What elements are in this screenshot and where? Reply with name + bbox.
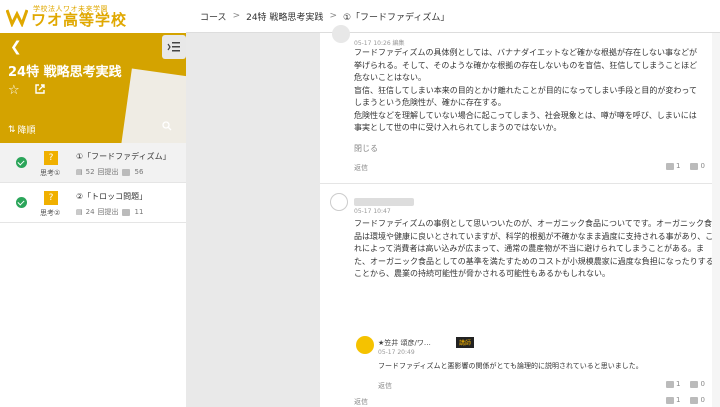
completed-check-icon — [16, 157, 27, 168]
course-title: 24特 戦略思考実践 — [8, 65, 122, 80]
like-count: 11 — [134, 208, 144, 216]
lesson-category: 思考① — [40, 169, 61, 177]
sort-toggle[interactable]: ⇅ 降順 — [8, 123, 36, 137]
submitted-label: 回提出 — [97, 168, 119, 176]
dislike-count: 0 — [700, 162, 705, 170]
reply-meta: 05-17 20:49 — [378, 349, 415, 356]
breadcrumb-course[interactable]: コース — [200, 10, 227, 23]
breadcrumb-lesson[interactable]: 24特 戦略思考実践 — [246, 10, 323, 23]
reply-author-name: ★笠井 頌彦/ワ… — [378, 339, 431, 347]
like-count: 56 — [134, 168, 144, 176]
breadcrumb-topic: ①「フードファディズム」 — [342, 12, 450, 23]
comment-meta: 05-17 10:47 — [354, 208, 391, 215]
avatar — [332, 25, 350, 43]
wao-logo-icon — [5, 7, 29, 28]
comment-meta: 05-17 10:26 編集 — [354, 40, 405, 47]
question-icon: ? — [44, 151, 58, 165]
list-menu-icon — [167, 42, 180, 52]
menu-toggle-button[interactable] — [162, 35, 186, 59]
completed-check-icon — [16, 197, 27, 208]
chevron-right-icon: > — [329, 11, 337, 21]
submitted-label: 回提出 — [97, 208, 119, 216]
question-icon: ? — [44, 191, 58, 205]
dislike-button[interactable]: 0 — [690, 380, 705, 388]
like-button[interactable]: 1 — [666, 162, 680, 170]
reply-text: フードファディズムと悪影響の関係がとても論理的に説明されていると思いました。 — [378, 362, 643, 370]
comment-icon: ▤ — [76, 168, 83, 176]
comment-count: 52 — [85, 168, 95, 176]
external-link-icon[interactable] — [34, 83, 46, 99]
lesson-category: 思考② — [40, 209, 61, 217]
lesson-title: ①「フードファディズム」 — [76, 152, 171, 161]
thumbs-up-icon — [666, 380, 674, 388]
dislike-button[interactable]: 0 — [690, 396, 705, 404]
like-count: 1 — [676, 162, 681, 170]
divider — [320, 183, 720, 184]
dislike-count: 0 — [700, 380, 705, 388]
avatar — [330, 193, 348, 211]
lesson-title: ②「トロッコ問題」 — [76, 192, 148, 201]
chevron-right-icon: > — [232, 11, 241, 21]
comment-panel: 05-17 10:26 編集 フードファディズムの具体例としては、バナナダイエッ… — [320, 25, 720, 407]
avatar — [356, 336, 374, 354]
header-decoration — [120, 68, 186, 143]
close-link[interactable]: 閉じる — [354, 143, 378, 154]
thumbs-up-icon — [666, 162, 674, 170]
like-button[interactable]: 1 — [666, 380, 680, 388]
sort-icon: ⇅ — [8, 124, 16, 135]
comment-text: フードファディズムの事例として思いついたのが、オーガニック食品についてです。オー… — [354, 219, 714, 278]
back-arrow-icon[interactable]: ❮ — [10, 39, 22, 55]
lesson-item-2[interactable]: ? 思考② ②「トロッコ問題」 ▤ 24 回提出 11 — [0, 183, 186, 223]
reply-button[interactable]: 返信 — [378, 381, 392, 391]
author-name-redacted — [354, 198, 414, 206]
thumbs-up-icon — [121, 208, 130, 216]
lesson-item-1[interactable]: ? 思考① ①「フードファディズム」 ▤ 52 回提出 56 — [0, 143, 186, 183]
like-count: 1 — [676, 380, 681, 388]
sidebar: 学校法人ワオ未来学園 ワオ高等学校 ❮ 24特 戦略思考実践 ☆ ⇅ 降順 ? … — [0, 0, 186, 407]
role-badge: 講師 — [456, 337, 475, 348]
thumbs-up-icon — [666, 396, 674, 404]
scrollbar[interactable] — [712, 33, 720, 407]
dislike-count: 0 — [700, 396, 705, 404]
comment-icon: ▤ — [76, 208, 83, 216]
thumbs-down-icon — [690, 162, 699, 170]
sort-label: 降順 — [17, 126, 36, 136]
thumbs-down-icon — [690, 380, 699, 388]
course-header: ❮ 24特 戦略思考実践 ☆ ⇅ 降順 — [0, 33, 186, 143]
reply-button[interactable]: 返信 — [354, 397, 368, 407]
like-button[interactable]: 1 — [666, 396, 680, 404]
like-count: 1 — [676, 396, 681, 404]
logo[interactable]: 学校法人ワオ未来学園 ワオ高等学校 — [0, 0, 186, 33]
thumbs-up-icon — [121, 168, 130, 176]
logo-main-text: ワオ高等学校 — [31, 10, 128, 29]
comment-text: フードファディズムの具体例としては、バナナダイエットなど確かな根拠が存在しない事… — [354, 48, 698, 132]
reply-button[interactable]: 返信 — [354, 163, 368, 173]
search-icon[interactable] — [162, 121, 172, 134]
dislike-button[interactable]: 0 — [690, 162, 705, 170]
thumbs-down-icon — [690, 396, 699, 404]
breadcrumb: コース > 24特 戦略思考実践 > ①「フードファディズム」 — [186, 0, 720, 33]
comment-count: 24 — [85, 208, 95, 216]
star-icon[interactable]: ☆ — [8, 83, 20, 99]
